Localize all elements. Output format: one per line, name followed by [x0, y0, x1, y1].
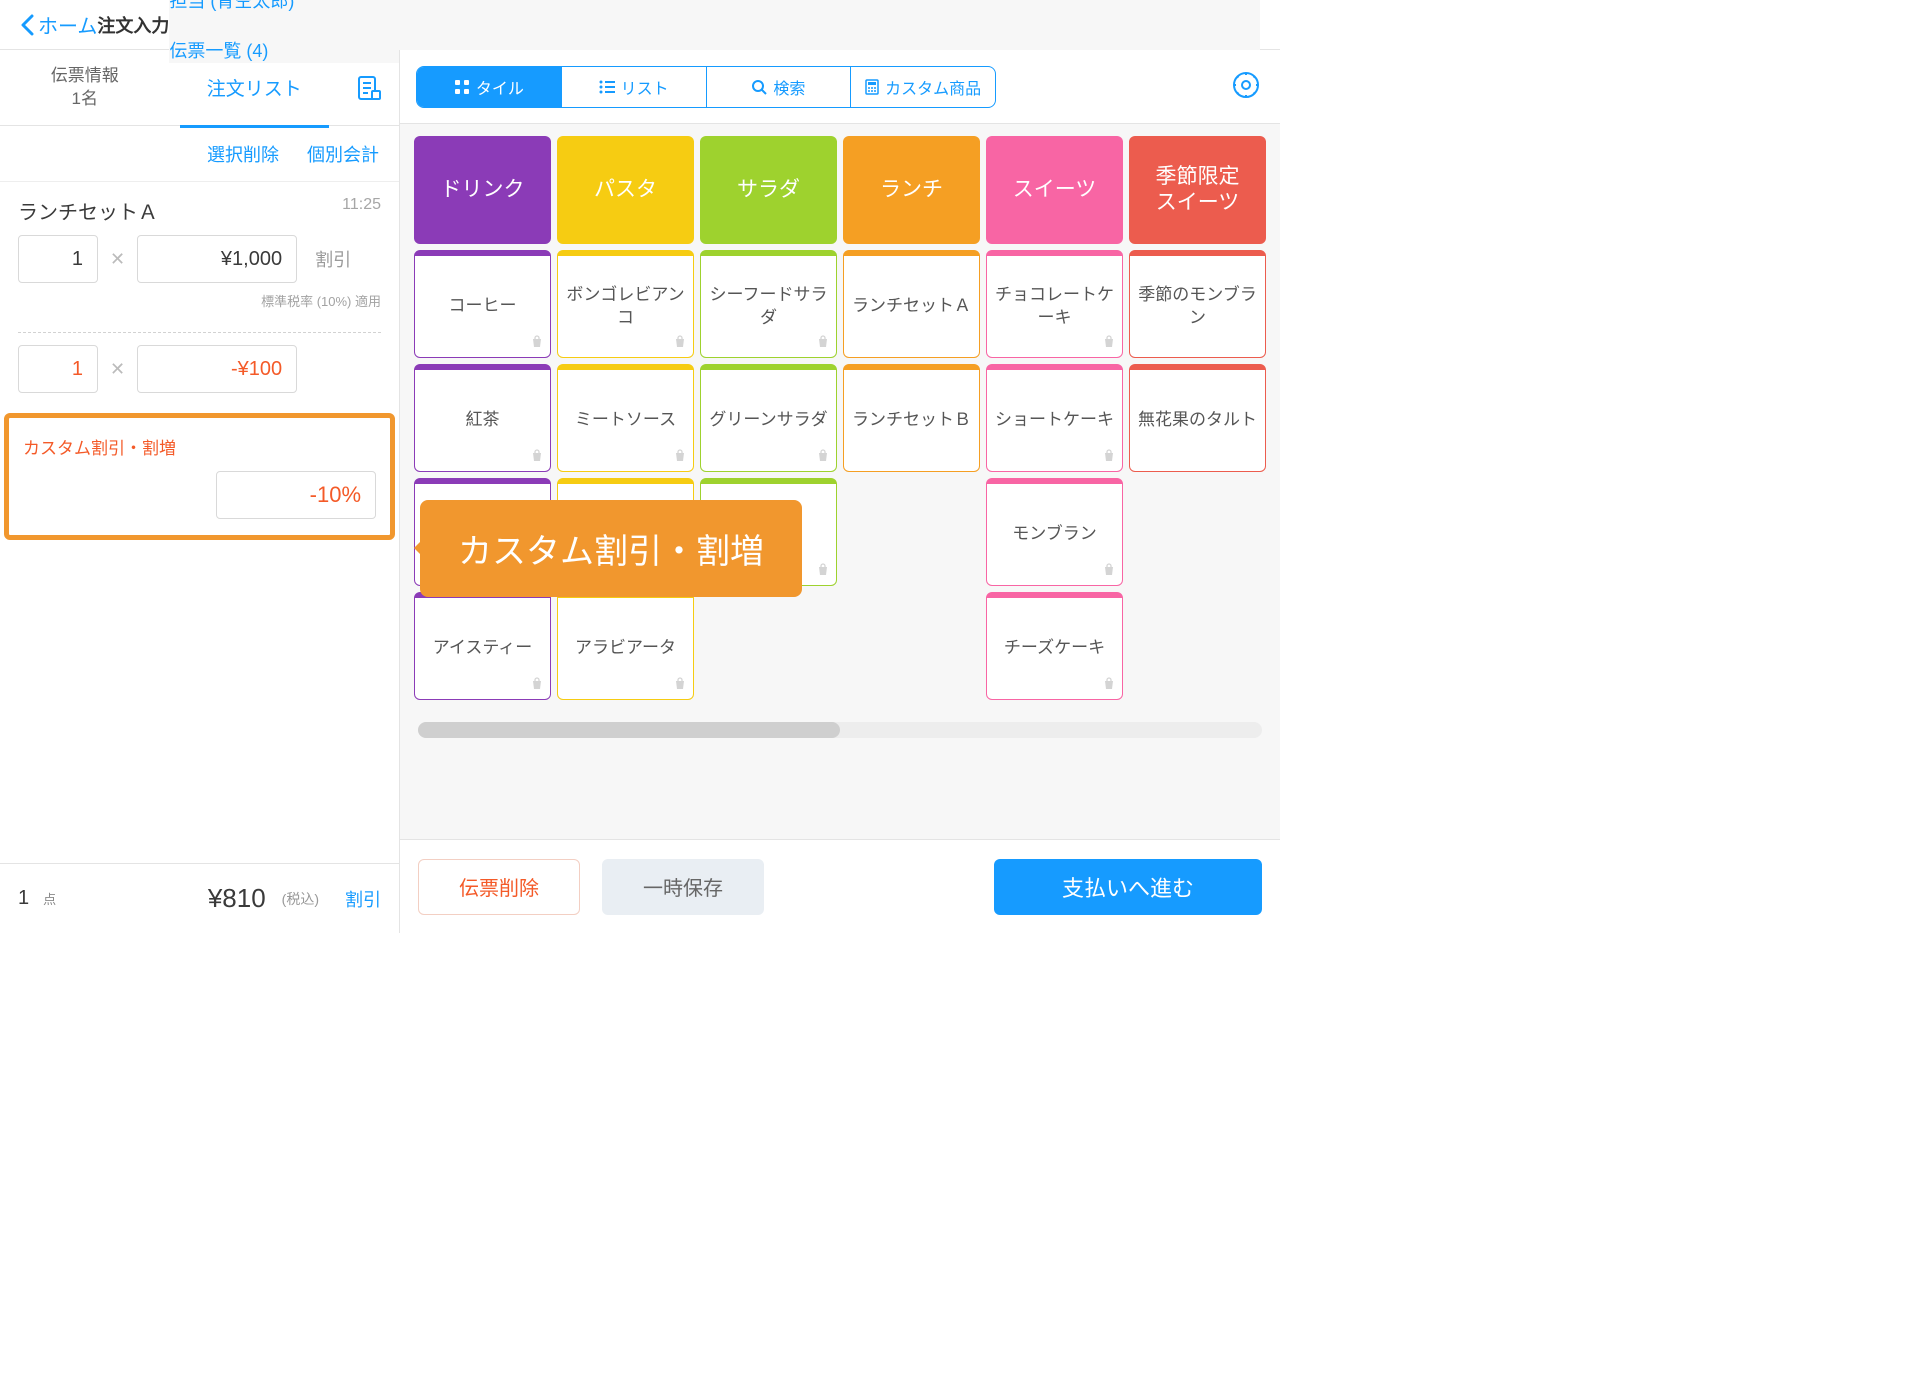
scrollbar-thumb[interactable]: [418, 722, 840, 738]
takeout-bag-icon: [530, 334, 544, 353]
delete-slip-button[interactable]: 伝票削除: [418, 859, 580, 915]
product-tile[interactable]: ミートソース: [557, 364, 694, 472]
multiply-icon: ✕: [108, 249, 127, 270]
view-tile[interactable]: タイル: [417, 67, 562, 107]
product-tile[interactable]: アイスティー: [414, 592, 551, 700]
line-discount-button[interactable]: 割引: [307, 246, 351, 272]
tab-slip-info-l2: 1名: [0, 88, 170, 110]
settings-button[interactable]: [1232, 71, 1264, 103]
tile-icon: [454, 79, 470, 95]
view-search-label: 検索: [773, 75, 805, 99]
category-1[interactable]: パスタ: [557, 136, 694, 244]
search-icon: [751, 79, 767, 95]
receipt-icon[interactable]: [339, 75, 399, 101]
view-tile-label: タイル: [476, 75, 524, 99]
price-input[interactable]: ¥1,000: [137, 235, 297, 283]
back-home[interactable]: ホーム: [20, 10, 97, 39]
tax-note: 標準税率 (10%) 適用: [18, 291, 381, 310]
takeout-bag-icon: [816, 448, 830, 467]
view-custom-item[interactable]: カスタム商品: [851, 67, 995, 107]
delete-selection[interactable]: 選択削除: [207, 141, 279, 167]
tile-empty: [1129, 592, 1266, 700]
tab-order-list[interactable]: 注文リスト: [170, 74, 340, 101]
hold-button[interactable]: 一時保存: [602, 859, 764, 915]
product-tile[interactable]: ショートケーキ: [986, 364, 1123, 472]
tile-empty: [700, 592, 837, 700]
takeout-bag-icon: [530, 448, 544, 467]
product-tile[interactable]: モンブラン: [986, 478, 1123, 586]
product-tile[interactable]: アラビアータ: [557, 592, 694, 700]
product-tile[interactable]: ランチセットＡ: [843, 250, 980, 358]
chevron-left-icon: [20, 14, 34, 36]
discount-amount-input[interactable]: -¥100: [137, 345, 297, 393]
takeout-bag-icon: [1102, 562, 1116, 581]
view-segmented-control: タイル リスト 検索 カスタム商品: [416, 66, 996, 108]
takeout-bag-icon: [673, 448, 687, 467]
horizontal-scrollbar[interactable]: [418, 722, 1262, 738]
item-count-unit: 点: [43, 889, 56, 908]
calculator-icon: [865, 79, 879, 95]
category-2[interactable]: サラダ: [700, 136, 837, 244]
category-4[interactable]: スイーツ: [986, 136, 1123, 244]
footer-discount-button[interactable]: 割引: [345, 886, 381, 912]
order-item-time: 11:25: [342, 196, 381, 225]
view-list[interactable]: リスト: [562, 67, 707, 107]
takeout-bag-icon: [816, 334, 830, 353]
view-list-label: リスト: [621, 75, 669, 99]
takeout-bag-icon: [1102, 334, 1116, 353]
product-tile[interactable]: ボンゴレビアンコ: [557, 250, 694, 358]
custom-discount-highlight: カスタム割引・割増 -10%: [4, 413, 395, 540]
gear-icon: [1232, 71, 1260, 99]
custom-discount-label: カスタム割引・割増: [23, 434, 376, 459]
item-count: 1: [18, 887, 29, 910]
product-tile[interactable]: 紅茶: [414, 364, 551, 472]
view-custom-label: カスタム商品: [885, 75, 981, 99]
category-5[interactable]: 季節限定スイーツ: [1129, 136, 1266, 244]
divider: [18, 332, 381, 333]
category-3[interactable]: ランチ: [843, 136, 980, 244]
qty-input[interactable]: 1: [18, 235, 98, 283]
order-item-name: ランチセットＡ: [18, 196, 158, 225]
product-tile[interactable]: チョコレートケーキ: [986, 250, 1123, 358]
product-tile[interactable]: 季節のモンブラン: [1129, 250, 1266, 358]
takeout-bag-icon: [1102, 448, 1116, 467]
custom-discount-value[interactable]: -10%: [216, 471, 376, 519]
product-tile[interactable]: チーズケーキ: [986, 592, 1123, 700]
category-0[interactable]: ドリンク: [414, 136, 551, 244]
staff-link[interactable]: 担当 (青空太郎): [169, 0, 1260, 13]
takeout-bag-icon: [673, 334, 687, 353]
tile-empty: [843, 592, 980, 700]
order-total: ¥810: [208, 883, 266, 914]
multiply-icon: ✕: [108, 359, 127, 380]
tax-inclusive-label: (税込): [282, 889, 319, 909]
takeout-bag-icon: [816, 562, 830, 581]
list-icon: [599, 80, 615, 94]
takeout-bag-icon: [1102, 676, 1116, 695]
callout-bubble: カスタム割引・割増: [420, 500, 802, 597]
page-title: 注文入力: [97, 12, 169, 38]
back-label: ホーム: [38, 10, 97, 39]
takeout-bag-icon: [530, 676, 544, 695]
tile-empty: [1129, 478, 1266, 586]
product-tile[interactable]: ランチセットＢ: [843, 364, 980, 472]
takeout-bag-icon: [673, 676, 687, 695]
tab-slip-info[interactable]: 伝票情報 1名: [0, 65, 170, 109]
product-tile[interactable]: 無花果のタルト: [1129, 364, 1266, 472]
product-tile[interactable]: シーフードサラダ: [700, 250, 837, 358]
split-bill[interactable]: 個別会計: [307, 141, 379, 167]
product-tile[interactable]: グリーンサラダ: [700, 364, 837, 472]
product-tile[interactable]: コーヒー: [414, 250, 551, 358]
proceed-payment-button[interactable]: 支払いへ進む: [994, 859, 1262, 915]
discount-qty-input[interactable]: 1: [18, 345, 98, 393]
tile-empty: [843, 478, 980, 586]
view-search[interactable]: 検索: [707, 67, 852, 107]
tab-slip-info-l1: 伝票情報: [0, 65, 170, 87]
